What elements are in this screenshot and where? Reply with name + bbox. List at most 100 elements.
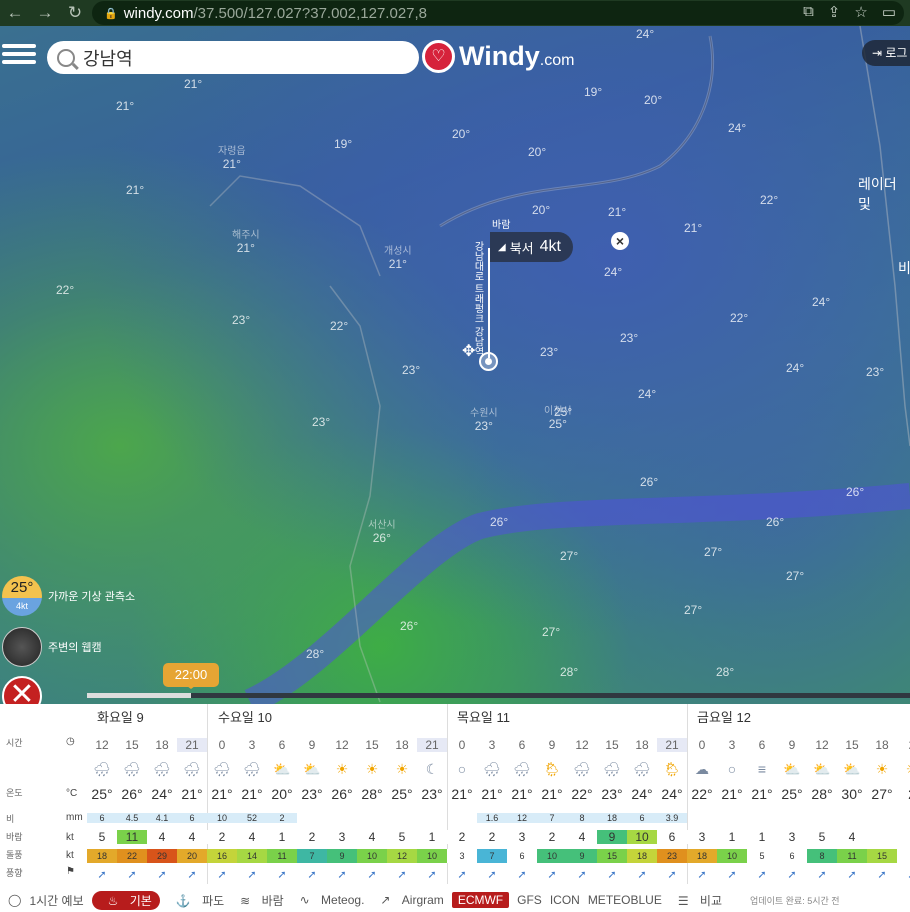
gust-cell: 12 (387, 849, 417, 863)
day-label[interactable]: 수요일 10 (218, 707, 272, 726)
gust-cell (897, 849, 910, 863)
wind-info-tag[interactable]: 바람 ◢ 북서 4kt (490, 220, 573, 262)
wind-direction: 북서 (509, 240, 534, 256)
model-icon[interactable]: ICON (550, 893, 580, 907)
map-label: 28° (560, 665, 579, 679)
logo-brand: Windy (459, 41, 540, 71)
timeline-time-bubble[interactable]: 22:00 (163, 663, 219, 689)
model-meteoblue[interactable]: METEOBLUE (588, 893, 662, 907)
map-label: 20° (532, 203, 551, 217)
rain-icon: 🌧 (93, 761, 111, 777)
hour-cell: 12 (815, 738, 829, 752)
close-pin-icon[interactable]: × (611, 232, 629, 250)
bookmark-star-icon[interactable]: ☆ (854, 3, 867, 21)
reload-icon[interactable]: ↻ (60, 3, 90, 23)
temp-cell: 22° (691, 786, 713, 802)
wind-arrow-icon: ◢ (498, 241, 506, 253)
tab-basic[interactable]: ♨ 기본 (91, 890, 160, 910)
translate-icon[interactable]: ⧉ (803, 3, 814, 21)
timeline-bar[interactable] (87, 693, 910, 698)
day-label[interactable]: 금요일 12 (697, 707, 751, 726)
pin-line (488, 248, 490, 358)
url-bar[interactable]: 🔒 windy.com/37.500/127.027?37.002,127.02… (92, 1, 904, 25)
tab-wind[interactable]: ≋ 바람 (232, 892, 283, 909)
webcam-button[interactable]: 주변의 웹캠 (2, 627, 102, 667)
toggle-icon[interactable]: ◯ (8, 893, 21, 907)
forecast-panel: 화요일 9 수요일 10 목요일 11 금요일 12 시간 ◷ 온도 °C 비 … (0, 704, 910, 912)
forward-icon[interactable]: → (30, 3, 60, 23)
row-label-time: 시간 (6, 738, 23, 748)
wind-direction-icon: ➚ (97, 869, 107, 881)
webcam-label: 주변의 웹캠 (48, 642, 102, 654)
wind-cell: 2 (207, 830, 237, 844)
back-icon[interactable]: ← (0, 3, 30, 23)
move-icon[interactable]: ✥ (462, 341, 475, 361)
map-label: 서산시 26° (368, 520, 396, 545)
row-label-wind: 바람 (6, 832, 23, 842)
temp-cell: 24° (151, 786, 173, 802)
logo-suffix: .com (539, 51, 575, 69)
hour-cell: 15 (365, 738, 379, 752)
gust-cell: 18 (687, 849, 717, 863)
row-label-temp: 온도 (6, 788, 23, 798)
sun-cloud-icon: ⛅ (783, 761, 801, 777)
unit-wind[interactable]: kt (66, 832, 74, 843)
map-label: 24° (728, 121, 747, 135)
compare-button[interactable]: ☰ 비교 (670, 892, 722, 909)
map-label: 22° (330, 319, 349, 333)
tab-hourly[interactable]: 1시간 예보 (29, 892, 83, 909)
wind-cell: 2 (447, 830, 477, 844)
extension-icon[interactable]: ▭ (882, 3, 896, 21)
hour-cell: 18 (875, 738, 889, 752)
rain-cell: 10 (207, 813, 237, 823)
rain-cell: 7 (537, 813, 567, 823)
temp-cell: 23° (601, 786, 623, 802)
map-label: 21° (608, 205, 627, 219)
temp-cell: 23° (301, 786, 323, 802)
unit-rain[interactable]: mm (66, 812, 83, 823)
tab-meteog-label: Meteog. (321, 893, 365, 907)
tab-airgram[interactable]: ↗ Airgram (372, 893, 443, 907)
login-label: 로그 (885, 46, 908, 60)
model-gfs[interactable]: GFS (517, 893, 542, 907)
gust-cell: 10 (537, 849, 567, 863)
wind-speed: 4kt (539, 238, 561, 255)
rain-icon: 🌧 (183, 761, 201, 777)
wind-direction-icon: ➚ (157, 869, 167, 881)
hour-cell: 21 (657, 738, 687, 752)
model-ecmwf[interactable]: ECMWF (451, 892, 510, 908)
search-box[interactable] (47, 41, 419, 74)
temp-cell: 21° (751, 786, 773, 802)
tab-meteogram[interactable]: ∿ Meteog. (292, 893, 365, 907)
map-label: 27° (704, 545, 723, 559)
wind-cell: 3 (777, 830, 807, 844)
rain-layer-label[interactable]: 비 (898, 258, 910, 278)
menu-icon[interactable] (2, 40, 36, 70)
search-input[interactable] (83, 47, 403, 68)
location-pin-icon[interactable] (479, 352, 498, 371)
tab-basic-label: 기본 (129, 893, 152, 908)
share-icon[interactable]: ⇪ (828, 3, 841, 21)
weather-map[interactable]: 24° 21° 21° 자령읍 21° 21° 해주시 21° 개성시 21° 19°… (0, 26, 910, 704)
rain-icon: 🌧 (573, 761, 591, 777)
windy-logo[interactable]: ♡ Windy .com (422, 40, 574, 73)
hour-cell: 12 (575, 738, 589, 752)
unit-temp[interactable]: °C (66, 788, 77, 799)
day-label[interactable]: 목요일 11 (457, 707, 510, 726)
weather-station-button[interactable]: 25° 4kt 가까운 기상 관측소 (2, 576, 135, 616)
day-label[interactable]: 화요일 9 (97, 707, 144, 726)
tab-waves[interactable]: ⚓ 파도 (168, 892, 224, 909)
tab-wind-label: 바람 (261, 893, 284, 908)
map-label: 21° (116, 99, 135, 113)
rain-icon: 🌧 (483, 761, 501, 777)
rain-cell: 4.5 (117, 813, 147, 823)
unit-gust[interactable]: kt (66, 850, 74, 861)
meteogram-icon: ∿ (299, 893, 314, 907)
temp-cell: 21° (511, 786, 533, 802)
radar-layer-label[interactable]: 레이더 및 (858, 174, 910, 214)
sun-icon: ☀ (875, 761, 889, 777)
map-label: 24° (638, 387, 657, 401)
login-button[interactable]: ⇥ 로그 (862, 40, 910, 66)
temp-cell: 21° (241, 786, 263, 802)
map-label: 26° (490, 515, 509, 529)
